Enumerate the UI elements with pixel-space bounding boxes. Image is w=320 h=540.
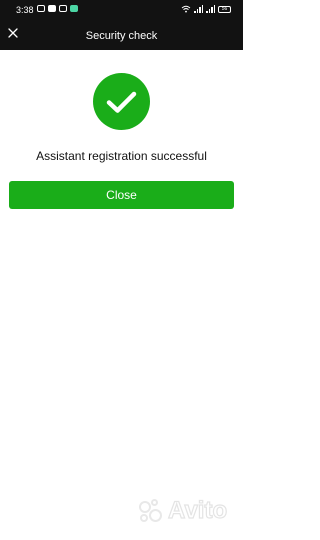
status-time: 3:38	[16, 5, 34, 15]
notification-icons	[37, 5, 78, 12]
instagram-notification-icon	[59, 5, 67, 12]
nav-bar: Security check	[0, 22, 243, 50]
close-button[interactable]: Close	[9, 181, 234, 209]
success-checkmark-icon	[93, 73, 150, 130]
system-status-icons: 56	[181, 5, 231, 13]
message-notification-icon	[37, 5, 45, 12]
avito-logo-icon	[136, 497, 164, 525]
success-message: Assistant registration successful	[36, 149, 207, 163]
watermark-text: Avito	[167, 496, 228, 524]
screen: 3:38 56 Security check Assistant registr…	[0, 0, 243, 540]
app-notification-icon	[70, 5, 78, 12]
top-bar: 3:38 56 Security check	[0, 0, 243, 50]
status-bar: 3:38 56	[0, 0, 243, 22]
signal-icon-2	[206, 5, 215, 13]
page-title: Security check	[85, 30, 158, 42]
checkmark-icon	[106, 91, 137, 113]
signal-icon	[194, 5, 203, 13]
youtube-notification-icon	[48, 5, 56, 12]
wifi-icon	[181, 5, 191, 13]
avito-watermark: Avito	[136, 496, 228, 525]
battery-icon: 56	[218, 5, 231, 13]
